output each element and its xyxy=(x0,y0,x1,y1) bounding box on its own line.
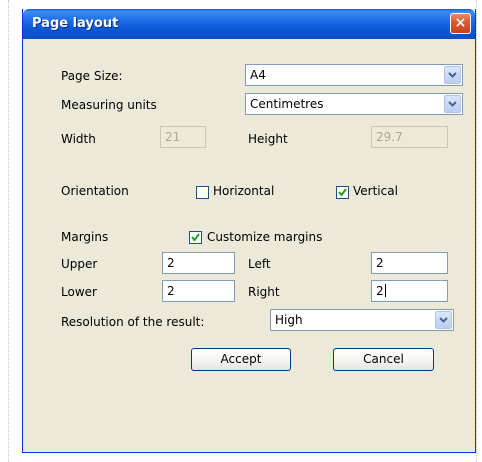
horizontal-checkbox[interactable] xyxy=(196,186,209,199)
left-margin-field[interactable]: 2 xyxy=(371,252,448,274)
orientation-label: Orientation xyxy=(61,184,129,198)
close-button[interactable]: × xyxy=(450,13,471,34)
dialog-title: Page layout xyxy=(32,16,119,31)
measuring-units-label: Measuring units xyxy=(61,98,157,112)
accept-button[interactable]: Accept xyxy=(191,348,291,371)
vertical-label[interactable]: Vertical xyxy=(353,184,398,198)
page-size-label: Page Size: xyxy=(61,69,123,83)
right-margin-field[interactable]: 2 xyxy=(371,280,448,302)
chevron-down-icon xyxy=(448,72,457,78)
height-field[interactable]: 29.7 xyxy=(371,126,448,148)
measuring-units-dropdown-arrow[interactable] xyxy=(444,95,461,113)
resolution-value: High xyxy=(275,313,303,327)
checkmark-icon xyxy=(338,188,347,197)
resolution-select[interactable]: High xyxy=(270,309,454,331)
customize-margins-label[interactable]: Customize margins xyxy=(207,230,322,244)
title-bar[interactable]: Page layout × xyxy=(23,9,475,39)
lower-margin-field[interactable]: 2 xyxy=(162,280,235,302)
text-cursor xyxy=(384,284,386,297)
guide-line-left xyxy=(8,0,9,462)
lower-label: Lower xyxy=(61,285,97,299)
upper-label: Upper xyxy=(61,257,98,271)
width-field[interactable]: 21 xyxy=(160,126,206,148)
page-size-dropdown-arrow[interactable] xyxy=(444,66,461,84)
measuring-units-select[interactable]: Centimetres xyxy=(245,93,463,115)
horizontal-label[interactable]: Horizontal xyxy=(213,184,274,198)
measuring-units-value: Centimetres xyxy=(250,97,324,111)
chevron-down-icon xyxy=(439,317,448,323)
left-label: Left xyxy=(248,257,271,271)
page-size-select[interactable]: A4 xyxy=(245,64,463,86)
right-margin-value: 2 xyxy=(376,284,384,298)
guide-line-right xyxy=(476,0,477,462)
close-icon: × xyxy=(454,15,467,31)
cancel-button[interactable]: Cancel xyxy=(333,348,434,371)
customize-margins-checkbox[interactable] xyxy=(189,231,202,244)
resolution-dropdown-arrow[interactable] xyxy=(435,311,452,329)
right-label: Right xyxy=(248,285,280,299)
page-size-value: A4 xyxy=(250,68,266,82)
chevron-down-icon xyxy=(448,101,457,107)
checkmark-icon xyxy=(191,233,200,242)
resolution-label: Resolution of the result: xyxy=(61,315,205,329)
page-layout-dialog: Page layout × Page Size: A4 Measuring un… xyxy=(22,9,476,453)
vertical-checkbox[interactable] xyxy=(336,186,349,199)
upper-margin-field[interactable]: 2 xyxy=(162,252,235,274)
margins-label: Margins xyxy=(61,230,109,244)
width-label: Width xyxy=(61,132,96,146)
height-label: Height xyxy=(248,132,288,146)
